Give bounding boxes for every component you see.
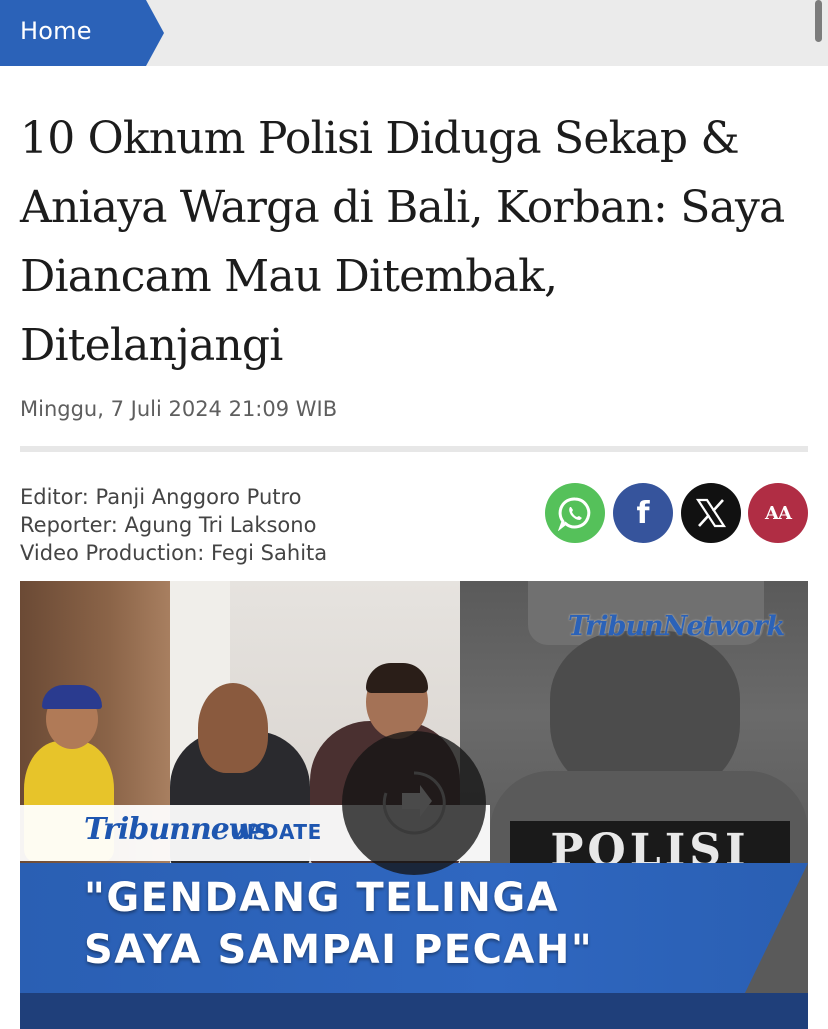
update-label: UPDATE [230, 820, 322, 844]
tribunnetwork-watermark: TribunNetwork [568, 611, 785, 642]
scene-person-2-head [198, 683, 268, 773]
share-facebook-button[interactable]: f [613, 483, 673, 543]
font-size-icon: AA [765, 502, 792, 524]
video-bottom-strip [20, 993, 808, 1029]
article-credits: Editor: Panji Anggoro Putro Reporter: Ag… [20, 483, 327, 567]
article-title: 10 Oknum Polisi Diduga Sekap & Aniaya Wa… [20, 113, 785, 371]
scene-person-3-hair [366, 663, 428, 693]
article-date: Minggu, 7 Juli 2024 21:09 WIB [20, 397, 338, 421]
divider [20, 446, 808, 452]
video-production-credit: Video Production: Fegi Sahita [20, 541, 328, 565]
breadcrumb-home-label: Home [20, 17, 92, 45]
scrollbar-thumb[interactable] [815, 0, 822, 42]
facebook-icon: f [636, 495, 650, 531]
play-icon [382, 771, 446, 835]
quote-line-2: SAYA SAMPAI PECAH" [84, 927, 594, 973]
video-thumbnail[interactable]: POLISI TribunNetwork Tribunnews UPDATE "… [20, 581, 808, 1029]
editor-credit: Editor: Panji Anggoro Putro [20, 485, 302, 509]
breadcrumb-home[interactable]: Home [0, 0, 164, 66]
share-x-button[interactable] [681, 483, 741, 543]
x-icon [695, 498, 727, 528]
whatsapp-icon [557, 497, 591, 531]
scene-person-1-cap [42, 685, 102, 709]
breadcrumb-bar: Home [0, 0, 828, 66]
font-size-button[interactable]: AA [748, 483, 808, 543]
quote-line-1: "GENDANG TELINGA [84, 875, 560, 921]
play-button[interactable] [342, 731, 486, 875]
share-whatsapp-button[interactable] [545, 483, 605, 543]
reporter-credit: Reporter: Agung Tri Laksono [20, 513, 317, 537]
